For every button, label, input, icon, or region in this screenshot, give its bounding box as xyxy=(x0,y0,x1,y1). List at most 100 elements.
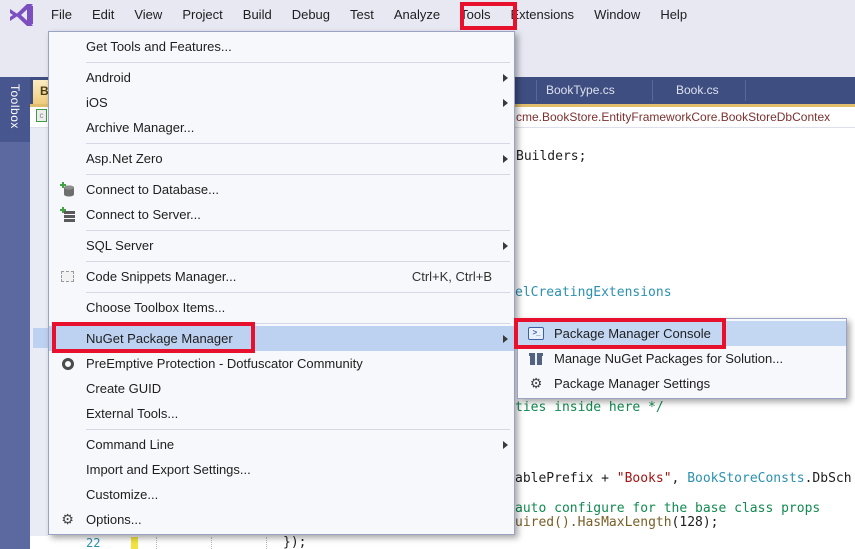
menu-item-label: Options... xyxy=(86,512,142,527)
menu-item-label: Android xyxy=(86,70,131,85)
indent-guide xyxy=(211,537,213,549)
code-line-comment2: auto configure for the base class props xyxy=(515,501,821,516)
menu-item-label: Customize... xyxy=(86,487,159,502)
menu-item-ios[interactable]: iOS xyxy=(49,90,514,115)
menu-separator xyxy=(86,142,510,144)
submenu-arrow-icon xyxy=(503,98,508,107)
indent-guide xyxy=(156,537,158,549)
code-text: (128); xyxy=(671,515,719,530)
menubar-item-test[interactable]: Test xyxy=(340,0,384,30)
gear-icon: ⚙ xyxy=(61,511,74,528)
code-text: ablePrefix + xyxy=(515,471,617,486)
menubar-item-project[interactable]: Project xyxy=(172,0,232,30)
tab-book[interactable]: Book.cs xyxy=(676,83,719,97)
code-type: BookStoreConsts xyxy=(687,471,805,486)
menu-item-label: Connect to Database... xyxy=(86,182,219,197)
menubar-item-debug[interactable]: Debug xyxy=(282,0,340,30)
menu-separator xyxy=(86,61,510,63)
left-dock-strip: Toolbox xyxy=(0,66,30,549)
code-line-using: Builders; xyxy=(516,149,587,164)
menu-item-preemptive[interactable]: PreEmptive Protection - Dotfuscator Comm… xyxy=(49,351,514,376)
code-method: uired(). xyxy=(515,515,578,530)
menu-item-import-export[interactable]: Import and Export Settings... xyxy=(49,457,514,482)
menu-item-sql-server[interactable]: SQL Server xyxy=(49,233,514,258)
menu-item-customize[interactable]: Customize... xyxy=(49,482,514,507)
menu-item-label: Asp.Net Zero xyxy=(86,151,163,166)
breadcrumb[interactable]: cme.BookStore.EntityFrameworkCore.BookSt… xyxy=(516,110,830,124)
toolbox-tab-label: Toolbox xyxy=(8,83,22,129)
menu-item-label: PreEmptive Protection - Dotfuscator Comm… xyxy=(86,356,363,371)
submenu-item-manage-packages[interactable]: Manage NuGet Packages for Solution... xyxy=(518,346,846,371)
menu-item-label: Command Line xyxy=(86,437,175,452)
menu-item-label: Import and Export Settings... xyxy=(86,462,251,477)
code-text: .DbSch xyxy=(804,471,852,486)
submenu-arrow-icon xyxy=(503,73,508,82)
code-text: , xyxy=(671,471,688,486)
menu-item-external-tools[interactable]: External Tools... xyxy=(49,401,514,426)
breadcrumb-class-icon: c xyxy=(36,109,47,122)
menu-item-aspnet-zero[interactable]: Asp.Net Zero xyxy=(49,146,514,171)
submenu-item-label: Package Manager Settings xyxy=(554,376,711,391)
menu-item-label: Get Tools and Features... xyxy=(86,39,232,54)
gear-icon: ⚙ xyxy=(529,375,543,392)
menu-item-label: Archive Manager... xyxy=(86,120,195,135)
line-number: 22 xyxy=(86,536,101,549)
change-tracking-bar xyxy=(131,537,138,549)
menu-item-label: iOS xyxy=(86,95,108,110)
menu-item-label: Connect to Server... xyxy=(86,207,201,222)
tab-separator xyxy=(652,80,653,101)
menu-item-label: Create GUID xyxy=(86,381,162,396)
code-snippets-icon xyxy=(61,271,74,282)
menu-item-command-line[interactable]: Command Line xyxy=(49,432,514,457)
package-icon xyxy=(529,352,543,365)
submenu-arrow-icon xyxy=(503,154,508,163)
code-line-closing: }); xyxy=(283,535,307,549)
menu-item-archive-manager[interactable]: Archive Manager... xyxy=(49,115,514,140)
menu-item-choose-toolbox[interactable]: Choose Toolbox Items... xyxy=(49,295,514,320)
menu-item-get-tools[interactable]: Get Tools and Features... xyxy=(49,34,514,59)
toolbox-collapsed-tab[interactable]: Toolbox xyxy=(0,70,30,142)
menubar-item-view[interactable]: View xyxy=(124,0,172,30)
menu-item-android[interactable]: Android xyxy=(49,65,514,90)
code-string: "Books" xyxy=(616,471,672,486)
menu-item-shortcut: Ctrl+K, Ctrl+B xyxy=(411,269,492,284)
menu-item-options[interactable]: ⚙ Options... xyxy=(49,507,514,532)
database-connect-icon xyxy=(59,181,74,196)
submenu-item-package-settings[interactable]: ⚙ Package Manager Settings xyxy=(518,371,846,396)
menubar-item-build[interactable]: Build xyxy=(233,0,282,30)
code-line-config: uired().HasMaxLength(128); xyxy=(515,515,719,530)
menu-item-code-snippets[interactable]: Code Snippets Manager... Ctrl+K, Ctrl+B xyxy=(49,264,514,289)
menu-separator xyxy=(86,291,510,293)
code-line-comment: ties inside here */ xyxy=(515,400,664,415)
menu-bar: File Edit View Project Build Debug Test … xyxy=(0,0,855,30)
tab-separator xyxy=(745,80,746,101)
server-connect-icon xyxy=(59,206,75,222)
menu-item-label: External Tools... xyxy=(86,406,179,421)
menu-separator xyxy=(86,229,510,231)
visual-studio-logo-icon xyxy=(10,4,33,26)
menu-item-connect-database[interactable]: Connect to Database... xyxy=(49,177,514,202)
tools-menu-popup: Get Tools and Features... Android iOS Ar… xyxy=(48,31,515,535)
dotfuscator-icon xyxy=(61,357,74,370)
menubar-item-edit[interactable]: Edit xyxy=(82,0,124,30)
submenu-arrow-icon xyxy=(503,334,508,343)
code-line-classname: elCreatingExtensions xyxy=(515,285,672,300)
menubar-item-help[interactable]: Help xyxy=(650,0,697,30)
menu-item-label: SQL Server xyxy=(86,238,154,253)
menu-separator xyxy=(86,173,510,175)
menu-item-connect-server[interactable]: Connect to Server... xyxy=(49,202,514,227)
menubar-item-window[interactable]: Window xyxy=(584,0,650,30)
menu-item-create-guid[interactable]: Create GUID xyxy=(49,376,514,401)
code-method: HasMaxLength xyxy=(577,515,672,530)
annotation-box-nuget xyxy=(52,322,255,353)
tab-booktype[interactable]: BookType.cs xyxy=(546,83,615,97)
menubar-item-analyze[interactable]: Analyze xyxy=(384,0,450,30)
menubar-item-file[interactable]: File xyxy=(41,0,82,30)
vs-window: File Edit View Project Build Debug Test … xyxy=(0,0,855,549)
menu-item-label: Choose Toolbox Items... xyxy=(86,300,226,315)
submenu-arrow-icon xyxy=(503,440,508,449)
menu-separator xyxy=(86,260,510,262)
submenu-arrow-icon xyxy=(503,241,508,250)
code-line-books: ablePrefix + "Books", BookStoreConsts.Db… xyxy=(515,471,852,486)
tab-separator xyxy=(536,80,537,101)
